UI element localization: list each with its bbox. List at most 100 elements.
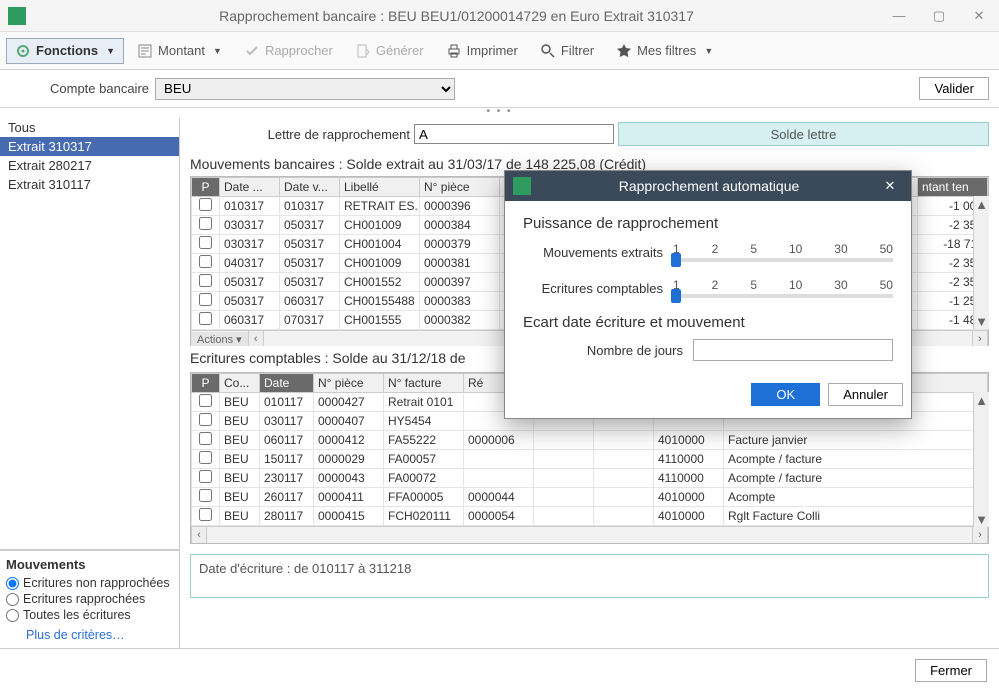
- account-select[interactable]: BEU: [155, 78, 455, 100]
- mesfiltres-button[interactable]: Mes filtres ▼: [607, 38, 722, 64]
- row-check[interactable]: [199, 451, 212, 464]
- radio-input[interactable]: [6, 593, 19, 606]
- cell: FFA00005: [384, 488, 464, 507]
- row-check[interactable]: [199, 394, 212, 407]
- row-check[interactable]: [199, 312, 212, 325]
- montant-label: Montant: [158, 43, 205, 58]
- rapprochement-modal: Rapprochement automatique ✕ Puissance de…: [504, 170, 912, 419]
- minimize-button[interactable]: —: [879, 0, 919, 32]
- montant-button[interactable]: Montant ▼: [128, 38, 231, 64]
- tick-label: 2: [712, 242, 719, 256]
- column-header[interactable]: Libellé: [340, 178, 420, 197]
- column-header[interactable]: ntant ten: [918, 178, 988, 197]
- cell: 050317: [220, 273, 280, 292]
- slider-track[interactable]: [673, 294, 893, 298]
- cell: 150117: [260, 450, 314, 469]
- cell: 0000407: [314, 412, 384, 431]
- titlebar: Rapprochement bancaire : BEU BEU1/012000…: [0, 0, 999, 32]
- sidebar-item[interactable]: Tous: [0, 118, 179, 137]
- table-row[interactable]: BEU2801170000415FCH02011100000544010000R…: [192, 507, 988, 526]
- radio-toutes[interactable]: Toutes les écritures: [6, 608, 173, 622]
- radio-input[interactable]: [6, 577, 19, 590]
- cell: Acompte / facture: [724, 469, 988, 488]
- cell: 0000384: [420, 216, 500, 235]
- grid1-actions[interactable]: Actions ▾: [191, 332, 248, 347]
- more-criteria-link[interactable]: Plus de critères…: [26, 628, 125, 642]
- table-row[interactable]: BEU0601170000412FA5522200000064010000Fac…: [192, 431, 988, 450]
- cell: 050317: [220, 292, 280, 311]
- table-row[interactable]: BEU2601170000411FFA0000500000444010000Ac…: [192, 488, 988, 507]
- column-header[interactable]: N° pièce: [314, 374, 384, 393]
- rapprocher-button[interactable]: Rapprocher: [235, 38, 342, 64]
- generer-button[interactable]: Générer: [346, 38, 433, 64]
- resize-handle[interactable]: • • •: [0, 108, 999, 118]
- close-button[interactable]: ✕: [959, 0, 999, 32]
- cell: 050317: [280, 254, 340, 273]
- cell: BEU: [220, 507, 260, 526]
- vscrollbar[interactable]: ▲▼: [973, 196, 989, 329]
- modal-section-ecart: Ecart date écriture et mouvement: [523, 314, 893, 331]
- slider-thumb[interactable]: [671, 289, 681, 303]
- scroll-right[interactable]: ›: [972, 527, 988, 543]
- scroll-left[interactable]: ‹: [248, 331, 264, 346]
- cell: 050317: [280, 235, 340, 254]
- column-header[interactable]: N° facture: [384, 374, 464, 393]
- column-header[interactable]: Co...: [220, 374, 260, 393]
- radio-input[interactable]: [6, 609, 19, 622]
- row-check[interactable]: [199, 198, 212, 211]
- cell: BEU: [220, 469, 260, 488]
- filtrer-button[interactable]: Filtrer: [531, 38, 603, 64]
- scroll-left[interactable]: ‹: [191, 527, 207, 543]
- jours-input[interactable]: [693, 339, 893, 361]
- fermer-button[interactable]: Fermer: [915, 659, 987, 682]
- fonctions-button[interactable]: Fonctions ▼: [6, 38, 124, 64]
- column-header[interactable]: Date ...: [220, 178, 280, 197]
- row-check[interactable]: [199, 217, 212, 230]
- cell: [594, 488, 654, 507]
- maximize-button[interactable]: ▢: [919, 0, 959, 32]
- cell: [534, 488, 594, 507]
- sidebar-item[interactable]: Extrait 310317: [0, 137, 179, 156]
- ok-button[interactable]: OK: [751, 383, 820, 406]
- cell: 060317: [220, 311, 280, 330]
- grid2-footer: ‹ ›: [191, 526, 988, 543]
- row-check[interactable]: [199, 413, 212, 426]
- tick-label: 50: [880, 278, 893, 292]
- row-check[interactable]: [199, 293, 212, 306]
- table-row[interactable]: BEU2301170000043FA000724110000Acompte / …: [192, 469, 988, 488]
- cell: BEU: [220, 412, 260, 431]
- column-header[interactable]: N° pièce: [420, 178, 500, 197]
- sidebar-item[interactable]: Extrait 280217: [0, 156, 179, 175]
- column-header[interactable]: Date v...: [280, 178, 340, 197]
- radio-rapprochees[interactable]: Ecritures rapprochées: [6, 592, 173, 606]
- cell: 0000006: [464, 431, 534, 450]
- cell: HY5454: [384, 412, 464, 431]
- valider-button[interactable]: Valider: [919, 77, 989, 100]
- modal-close-button[interactable]: ✕: [877, 178, 903, 194]
- row-check[interactable]: [199, 432, 212, 445]
- imprimer-button[interactable]: Imprimer: [437, 38, 527, 64]
- annuler-button[interactable]: Annuler: [828, 383, 903, 406]
- row-check[interactable]: [199, 508, 212, 521]
- radio-non-rapprochees[interactable]: Ecritures non rapprochées: [6, 576, 173, 590]
- slider-label: Ecritures comptables: [523, 281, 663, 296]
- cell: Facture janvier: [724, 431, 988, 450]
- column-header[interactable]: P: [192, 374, 220, 393]
- cell: CH001552: [340, 273, 420, 292]
- row-check[interactable]: [199, 236, 212, 249]
- slider-thumb[interactable]: [671, 253, 681, 267]
- column-header[interactable]: Date: [260, 374, 314, 393]
- row-check[interactable]: [199, 255, 212, 268]
- row-check[interactable]: [199, 489, 212, 502]
- vscrollbar[interactable]: ▲▼: [973, 392, 989, 527]
- sidebar-item[interactable]: Extrait 310117: [0, 175, 179, 194]
- lettre-input[interactable]: [414, 124, 614, 144]
- row-check[interactable]: [199, 274, 212, 287]
- cell: CH001004: [340, 235, 420, 254]
- table-row[interactable]: BEU1501170000029FA000574110000Acompte / …: [192, 450, 988, 469]
- column-header[interactable]: P: [192, 178, 220, 197]
- row-check[interactable]: [199, 470, 212, 483]
- scroll-right[interactable]: ›: [972, 331, 988, 346]
- slider-track[interactable]: [673, 258, 893, 262]
- cell: 0000383: [420, 292, 500, 311]
